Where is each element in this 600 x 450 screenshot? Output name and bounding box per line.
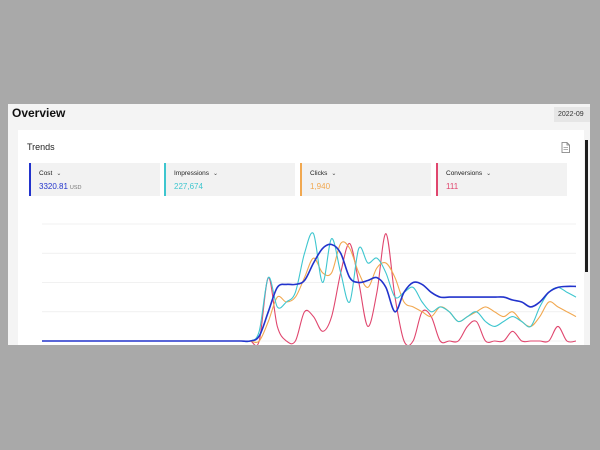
cost-unit: USD (69, 185, 82, 191)
series-line-impressions (41, 232, 577, 343)
series-line-conversions (41, 233, 577, 345)
metric-card-impressions[interactable]: Impressions ⌄ 227,674 (164, 163, 295, 196)
top-bar: Overview 2022-09 (8, 104, 590, 126)
metric-label-cost: Cost (39, 170, 53, 177)
chevron-down-icon: ⌄ (213, 171, 219, 177)
series-line-cost (41, 243, 577, 343)
metric-card-clicks[interactable]: Clicks ⌄ 1,940 (300, 163, 431, 196)
series-line-clicks (41, 241, 577, 343)
chevron-down-icon: ⌄ (331, 171, 337, 177)
metric-selector-conversions[interactable]: Conversions ⌄ (446, 170, 491, 177)
metric-label-clicks: Clicks (310, 170, 328, 177)
cost-value: 3320.81 (39, 182, 68, 191)
app-window: Overview 2022-09 Trends Cost ⌄ 3320.81 USD… (8, 104, 590, 345)
chart-series (41, 232, 577, 345)
trend-line-chart (41, 223, 577, 345)
trends-title: Trends (27, 142, 55, 152)
page-title: Overview (12, 106, 66, 120)
metric-card-conversions[interactable]: Conversions ⌄ 111 (436, 163, 567, 196)
metric-value-cost: 3320.81 USD (39, 182, 82, 191)
metric-selector-clicks[interactable]: Clicks ⌄ (310, 170, 336, 177)
metric-label-conversions: Conversions (446, 170, 483, 177)
vertical-scrollbar[interactable] (585, 140, 588, 272)
metric-value-conversions: 111 (446, 182, 459, 191)
metric-value-clicks: 1,940 (310, 182, 331, 191)
metric-value-impressions: 227,674 (174, 182, 203, 191)
metric-card-cost[interactable]: Cost ⌄ 3320.81 USD (29, 163, 160, 196)
chevron-down-icon: ⌄ (486, 171, 492, 177)
chevron-down-icon: ⌄ (56, 171, 62, 177)
metric-label-impressions: Impressions (174, 170, 210, 177)
date-range-picker[interactable]: 2022-09 (554, 107, 590, 122)
metric-selector-cost[interactable]: Cost ⌄ (39, 170, 61, 177)
chart-grid (42, 223, 576, 342)
metric-selector-impressions[interactable]: Impressions ⌄ (174, 170, 218, 177)
trends-card: Trends Cost ⌄ 3320.81 USD Impressions ⌄ 227… (18, 130, 584, 345)
export-document-icon[interactable] (561, 142, 570, 153)
